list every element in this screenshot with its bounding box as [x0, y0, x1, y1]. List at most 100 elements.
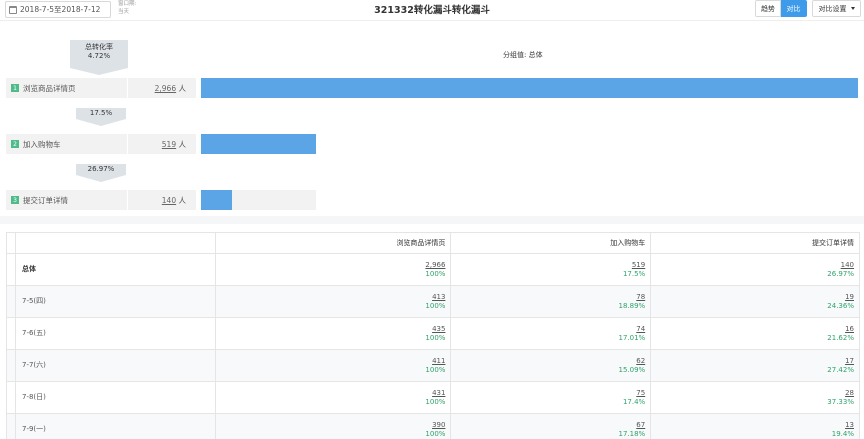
cell-rate: 37.33% [827, 397, 854, 406]
cell-count-link[interactable]: 78 [451, 293, 645, 302]
cell-rate: 100% [425, 397, 446, 406]
step-conversion-rate: 17.5% [89, 109, 113, 117]
cell-rate: 15.09% [618, 365, 646, 374]
cell-count-link[interactable]: 19 [651, 293, 854, 302]
cell-rate: 17.18% [618, 429, 646, 438]
cell-rate: 24.36% [827, 301, 854, 310]
table-cell: 519 17.5% [450, 253, 652, 286]
table-cell: 75 17.4% [450, 381, 652, 414]
funnel-bar-1[interactable] [201, 78, 858, 98]
cell-count-link[interactable]: 75 [451, 389, 645, 398]
caret-down-icon [850, 7, 855, 10]
table-header-row: 浏览商品详情页 加入购物车 提交订单详情 [6, 232, 860, 254]
table-cell: 435 100% [214, 317, 452, 350]
step-name: 浏览商品详情页 [23, 83, 76, 93]
cell-count-link[interactable]: 13 [651, 421, 854, 430]
cell-rate: 17.01% [618, 333, 646, 342]
step-conversion-arrow-1: 17.5% [76, 108, 126, 126]
page-title: 321332转化漏斗转化漏斗 [374, 5, 490, 16]
table-cell: 74 17.01% [450, 317, 652, 350]
compare-button[interactable]: 对比 [781, 0, 807, 17]
funnel-step-2: 2 加入购物车 519 人 [6, 134, 196, 154]
table-cell: 390 100% [214, 413, 452, 439]
table-row: 7-7(六) 411 100% 62 15.09% 17 27.42% [6, 349, 860, 382]
cell-rate: 100% [425, 429, 446, 438]
cell-rate: 100% [425, 365, 446, 374]
table-row: 7-5(四) 413 100% 78 18.89% 19 24.36% [6, 285, 860, 318]
cell-count-link[interactable]: 411 [216, 357, 445, 366]
row-label: 7-7(六) [14, 349, 216, 382]
compare-settings-dropdown[interactable]: 对比设置 [812, 0, 861, 17]
table-cell: 140 26.97% [650, 253, 860, 286]
table-cell: 2,966 100% [214, 253, 452, 286]
step-count[interactable]: 2,966 人 [128, 83, 190, 94]
step-conversion-rate: 26.97% [87, 165, 115, 173]
funnel-step-1: 1 浏览商品详情页 2,966 人 [6, 78, 196, 98]
view-toggle: 趋势 对比 [755, 0, 807, 17]
table-cell: 62 15.09% [450, 349, 652, 382]
cell-count-link[interactable]: 74 [451, 325, 645, 334]
funnel-bar-2[interactable] [201, 134, 316, 154]
cell-count-link[interactable]: 17 [651, 357, 854, 366]
column-header: 加入购物车 [450, 232, 652, 254]
column-header: 浏览商品详情页 [214, 232, 452, 254]
cell-rate: 100% [425, 301, 446, 310]
trend-button[interactable]: 趋势 [755, 0, 781, 17]
funnel-page: 2018-7-5至2018-7-12 窗口期: 当天 321332转化漏斗转化漏… [0, 0, 864, 439]
cell-count-link[interactable]: 28 [651, 389, 854, 398]
funnel-step-3: 3 提交订单详情 140 人 [6, 190, 196, 210]
row-label: 7-8(日) [14, 381, 216, 414]
table-cell: 411 100% [214, 349, 452, 382]
row-label[interactable]: 总体 [14, 253, 216, 286]
table-row: 7-9(一) 390 100% 67 17.18% 13 19.4% [6, 413, 860, 439]
cell-count-link[interactable]: 413 [216, 293, 445, 302]
table-cell: 16 21.62% [650, 317, 860, 350]
cell-rate: 17.5% [622, 269, 646, 278]
table-cell: 28 37.33% [650, 381, 860, 414]
cell-count-link[interactable]: 16 [651, 325, 854, 334]
step-count[interactable]: 519 人 [128, 139, 190, 150]
table-row: 7-6(五) 435 100% 74 17.01% 16 21.62% [6, 317, 860, 350]
step-number-badge: 2 [11, 140, 19, 148]
header-bar: 2018-7-5至2018-7-12 窗口期: 当天 321332转化漏斗转化漏… [0, 0, 864, 20]
step-conversion-arrow-2: 26.97% [76, 164, 126, 182]
funnel-bar-3[interactable] [201, 190, 232, 210]
table-row-total: 总体 2,966 100% 519 17.5% 140 26.97% [6, 253, 860, 286]
column-header: 提交订单详情 [650, 232, 860, 254]
cell-count-link[interactable]: 62 [451, 357, 645, 366]
step-name: 加入购物车 [23, 139, 61, 149]
cell-count-link[interactable]: 431 [216, 389, 445, 398]
cell-rate: 17.4% [622, 397, 646, 406]
step-number-badge: 1 [11, 84, 19, 92]
table-cell: 78 18.89% [450, 285, 652, 318]
cell-count-link[interactable]: 140 [651, 261, 854, 270]
row-label: 7-9(一) [14, 413, 216, 439]
table-cell: 67 17.18% [450, 413, 652, 439]
cell-rate: 19.4% [831, 429, 854, 438]
header-divider [0, 20, 864, 21]
step-number-badge: 3 [11, 196, 19, 204]
row-label: 7-5(四) [14, 285, 216, 318]
cell-rate: 21.62% [827, 333, 854, 342]
table-cell: 17 27.42% [650, 349, 860, 382]
table-cell: 19 24.36% [650, 285, 860, 318]
cell-count-link[interactable]: 67 [451, 421, 645, 430]
table-cell: 413 100% [214, 285, 452, 318]
overall-conversion-badge: 总转化率 4.72% [70, 40, 128, 68]
funnel-detail-table: 浏览商品详情页 加入购物车 提交订单详情 总体 2,966 100% 519 17.5%… [6, 232, 860, 439]
step-count[interactable]: 140 人 [128, 195, 190, 206]
table-row: 7-8(日) 431 100% 75 17.4% 28 37.33% [6, 381, 860, 414]
cell-rate: 26.97% [827, 269, 854, 278]
row-label: 7-6(五) [14, 317, 216, 350]
table-cell: 431 100% [214, 381, 452, 414]
segment-label: 分组值: 总体 [503, 51, 543, 59]
cell-rate: 18.89% [618, 301, 646, 310]
cell-count-link[interactable]: 390 [216, 421, 445, 430]
section-divider [0, 216, 864, 224]
cell-count-link[interactable]: 519 [451, 261, 645, 270]
table-cell: 13 19.4% [650, 413, 860, 439]
step-name: 提交订单详情 [23, 195, 68, 205]
cell-rate: 100% [425, 269, 446, 278]
cell-count-link[interactable]: 435 [216, 325, 445, 334]
cell-count-link[interactable]: 2,966 [216, 261, 445, 270]
